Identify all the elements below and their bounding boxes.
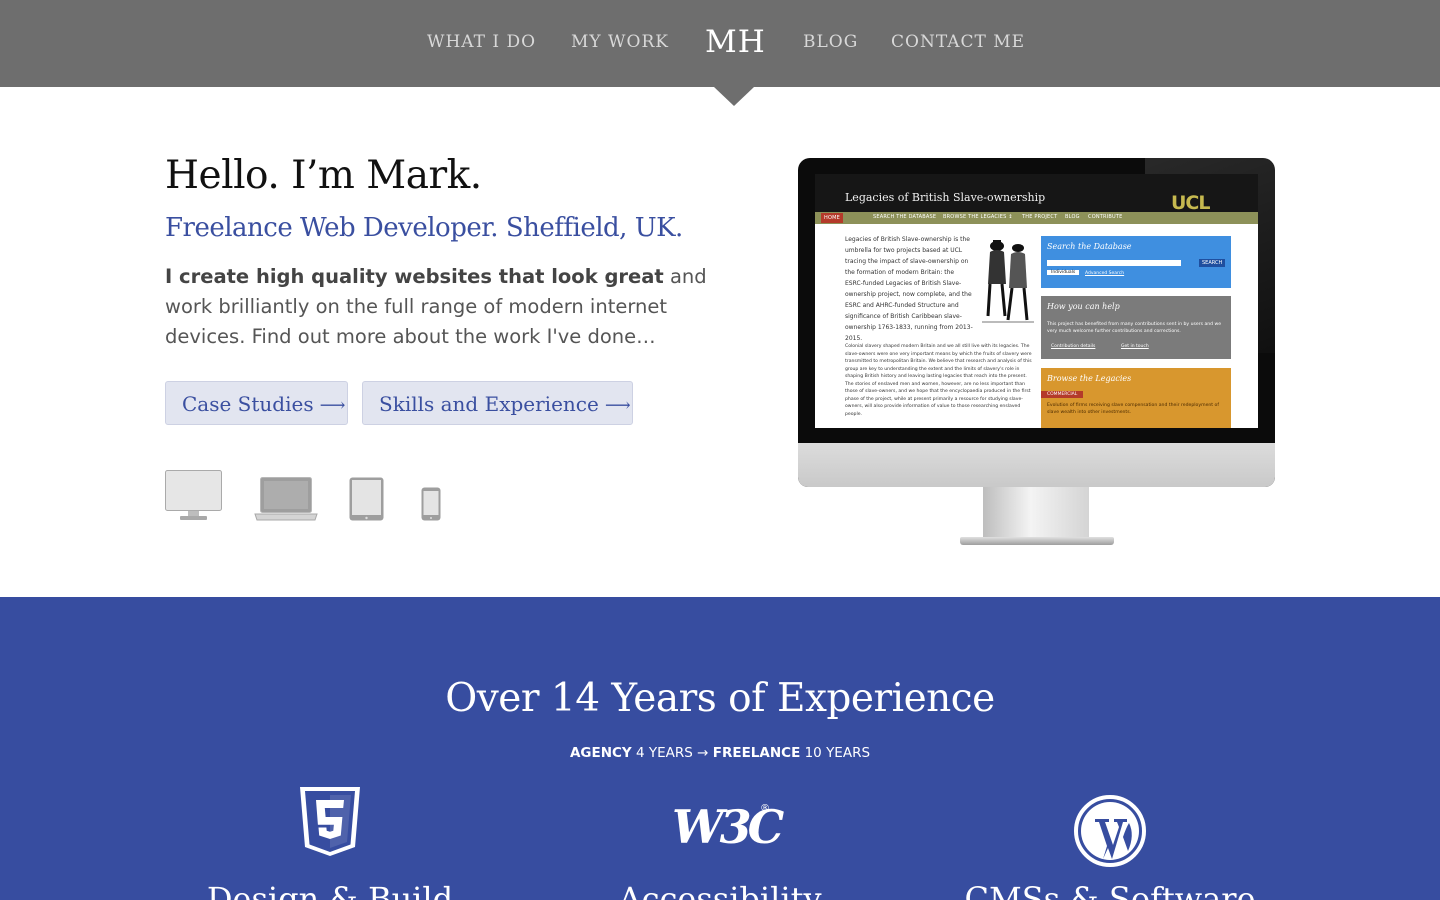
nav-link-what-i-do[interactable]: WHAT I DO <box>427 32 536 52</box>
experience-section: Over 14 Years of Experience AGENCY 4 YEA… <box>0 597 1440 900</box>
showcase-nav-item: THE PROJECT <box>1022 214 1058 220</box>
nav-link-contact-me[interactable]: CONTACT ME <box>891 32 1025 52</box>
browse-panel-title: Browse the Legacies <box>1047 374 1132 383</box>
hero-subtitle: Freelance Web Developer. Sheffield, UK. <box>165 213 683 243</box>
nav-link-my-work[interactable]: MY WORK <box>571 32 669 52</box>
showcase-nav-item: BLOG <box>1065 214 1080 220</box>
showcase-nav-item: BROWSE THE LEGACIES ↕ <box>943 214 1013 220</box>
monitor-chin <box>798 443 1275 487</box>
feature-title-design-build: Design & Build <box>206 880 454 900</box>
agency-label: AGENCY <box>569 745 632 761</box>
nav-pointer-arrow <box>714 87 754 106</box>
hero-title: Hello. I’m Mark. <box>165 153 482 198</box>
laptop-icon <box>254 477 318 521</box>
showcase-site-title: Legacies of British Slave-ownership <box>845 191 1046 204</box>
w3c-registered: ® <box>760 803 770 814</box>
arrow-right-icon: → <box>697 745 709 761</box>
skills-experience-label: Skills and Experience <box>379 392 599 416</box>
showcase-intro: Legacies of British Slave-ownership is t… <box>845 236 973 342</box>
nav-link-blog[interactable]: BLOG <box>803 32 858 52</box>
feature-title-accessibility: Accessibility <box>618 880 822 900</box>
monitor-stand-foot <box>960 537 1114 545</box>
browse-panel-tag: COMMERCIAL <box>1041 391 1084 398</box>
monitor-stand-neck <box>983 487 1089 539</box>
arrow-right-icon: ⟶ <box>319 395 346 416</box>
experience-subtitle: AGENCY 4 YEARS → FREELANCE 10 YEARS <box>0 745 1440 761</box>
site-logo[interactable]: MH <box>705 24 766 60</box>
help-panel-title: How you can help <box>1047 302 1120 311</box>
search-database-panel: Search the Database SEARCH Individuals A… <box>1041 236 1231 288</box>
help-panel-text: This project has benefited from many con… <box>1047 322 1222 334</box>
browse-panel-text: Evolution of firms receiving slave compe… <box>1047 403 1219 415</box>
how-you-can-help-panel: How you can help This project has benefi… <box>1041 296 1231 359</box>
hero-intro: I create high quality websites that look… <box>165 262 725 352</box>
arrow-right-icon: ⟶ <box>604 395 631 416</box>
browse-legacies-panel: Browse the Legacies COMMERCIAL Evolution… <box>1041 368 1231 428</box>
showcase-nav: HOME SEARCH THE DATABASE BROWSE THE LEGA… <box>815 212 1258 224</box>
search-panel-select: Individuals <box>1047 270 1080 275</box>
wordpress-icon <box>1074 795 1146 867</box>
showcase-screenshot[interactable]: Legacies of British Slave-ownership UCL … <box>815 174 1258 428</box>
search-panel-input <box>1047 260 1181 266</box>
desktop-icon <box>165 470 222 520</box>
freelance-label: FREELANCE <box>712 745 801 761</box>
showcase-logo: UCL <box>1171 192 1210 214</box>
showcase-nav-item: SEARCH THE DATABASE <box>873 214 937 220</box>
search-panel-link: Advanced Search <box>1085 271 1125 276</box>
showcase-nav-item: HOME <box>821 213 843 223</box>
showcase-nav-item: CONTRIBUTE <box>1088 214 1123 220</box>
hero-intro-bold: I create high quality websites that look… <box>165 265 664 288</box>
feature-title-cms-software: CMSs & Software <box>964 880 1256 900</box>
case-studies-label: Case Studies <box>182 392 314 416</box>
showcase-header: Legacies of British Slave-ownership UCL <box>815 174 1258 214</box>
experience-title: Over 14 Years of Experience <box>445 676 995 721</box>
top-navbar: WHAT I DO MY WORK MH BLOG CONTACT ME <box>0 0 1440 87</box>
skills-experience-button[interactable]: Skills and Experience ⟶ <box>362 381 633 425</box>
search-panel-button: SEARCH <box>1199 259 1226 267</box>
html5-icon <box>300 787 360 856</box>
help-panel-link: Contribution details <box>1051 344 1096 349</box>
case-studies-button[interactable]: Case Studies ⟶ <box>165 381 348 425</box>
phone-icon <box>421 487 441 521</box>
tablet-icon <box>349 477 384 521</box>
help-panel-link: Get in touch <box>1121 344 1149 349</box>
freelance-years: 10 YEARS <box>804 745 871 761</box>
engraving-illustration <box>982 240 1034 323</box>
w3c-icon: W3C ® <box>672 800 784 860</box>
agency-years: 4 YEARS <box>636 745 693 761</box>
showcase-body-text: Colonial slavery shaped modern Britain a… <box>845 344 1032 417</box>
search-panel-title: Search the Database <box>1047 242 1132 251</box>
